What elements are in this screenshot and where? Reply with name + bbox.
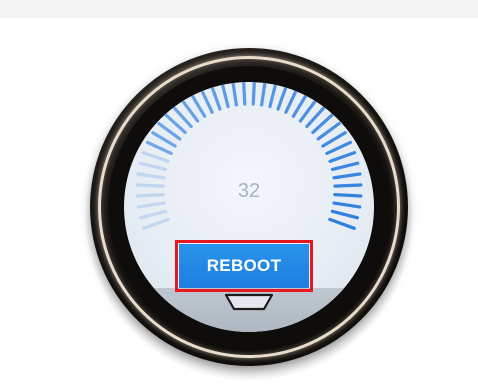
- gauge-tick: [138, 209, 168, 220]
- gauge-tick: [268, 82, 278, 109]
- gauge-tick: [138, 161, 168, 172]
- gauge-tick: [328, 151, 357, 163]
- chevron-tab-icon[interactable]: [222, 293, 276, 313]
- gauge-tick: [209, 82, 222, 111]
- gauge-tick: [142, 217, 170, 230]
- gauge-tick: [328, 217, 356, 230]
- gauge-tick: [276, 82, 289, 111]
- gauge-tick: [136, 172, 166, 180]
- top-strip: [0, 0, 478, 18]
- gauge-tick: [220, 82, 230, 109]
- device-photo: 32 REBOOT: [0, 0, 478, 390]
- gauge-tick: [242, 82, 247, 106]
- gauge-tick: [231, 82, 238, 107]
- gauge-tick: [284, 87, 299, 114]
- gauge-tick: [330, 209, 360, 220]
- gauge-tick: [136, 201, 166, 209]
- gauge-tick: [146, 140, 173, 156]
- gauge-tick: [332, 172, 362, 180]
- gauge-tick: [330, 161, 360, 172]
- gauge-tick: [260, 82, 267, 107]
- gauge-tick: [325, 140, 352, 156]
- gauge-tick: [251, 82, 256, 106]
- gauge-tick: [199, 87, 214, 114]
- gauge-tick: [332, 201, 362, 209]
- gauge-tick: [141, 151, 170, 163]
- highlight-outline: [175, 240, 313, 292]
- gauge-value: 32: [237, 180, 261, 202]
